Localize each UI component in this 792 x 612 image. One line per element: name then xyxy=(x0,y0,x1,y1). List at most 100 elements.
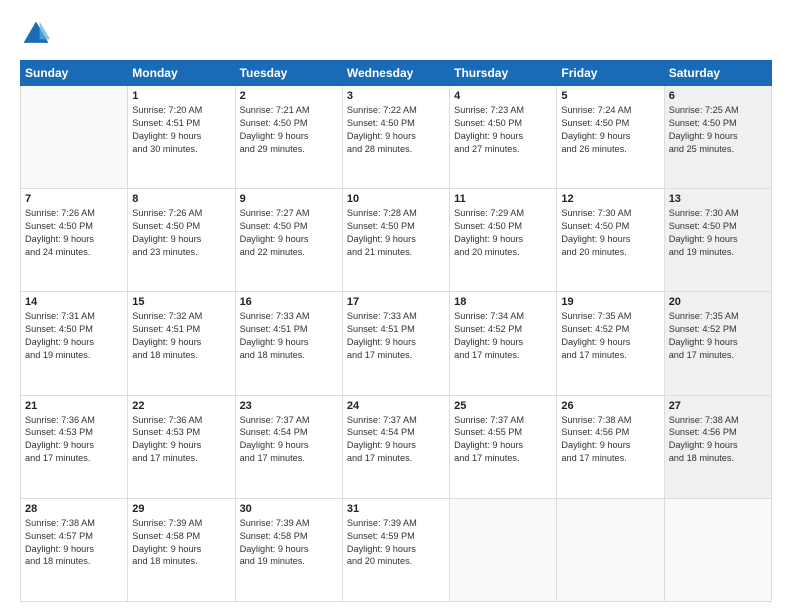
calendar-day-cell: 14Sunrise: 7:31 AM Sunset: 4:50 PM Dayli… xyxy=(21,292,128,395)
calendar-day-cell: 18 Sunrise: 7:34 AM Sunset: 4:52 PM Dayli… xyxy=(450,292,557,395)
calendar-day-cell: 26 Sunrise: 7:38 AM Sunset: 4:56 PM Dayli… xyxy=(557,395,664,498)
day-number: 16 xyxy=(240,296,338,308)
day-number: 4 xyxy=(454,90,552,102)
calendar-day-cell: 10 Sunrise: 7:28 AM Sunset: 4:50 PM Dayli… xyxy=(342,189,449,292)
calendar-day-cell: 29 Sunrise: 7:39 AM Sunset: 4:58 PM Dayli… xyxy=(128,498,235,601)
day-number: 11 xyxy=(454,193,552,205)
calendar-day-cell: 25 Sunrise: 7:37 AM Sunset: 4:55 PM Dayli… xyxy=(450,395,557,498)
calendar-day-cell: 12Sunrise: 7:30 AM Sunset: 4:50 PM Dayli… xyxy=(557,189,664,292)
calendar-day-cell: 6 Sunrise: 7:25 AM Sunset: 4:50 PM Daylig… xyxy=(664,86,771,189)
day-number: 19 xyxy=(561,296,659,308)
calendar-day-cell: 8 Sunrise: 7:26 AM Sunset: 4:50 PM Daylig… xyxy=(128,189,235,292)
calendar-day-cell: 23Sunrise: 7:37 AM Sunset: 4:54 PM Dayli… xyxy=(235,395,342,498)
day-info: Sunrise: 7:30 AM Sunset: 4:50 PM Dayligh… xyxy=(669,207,767,259)
day-info: Sunrise: 7:35 AM Sunset: 4:52 PM Dayligh… xyxy=(561,310,659,362)
calendar-day-header: Wednesday xyxy=(342,61,449,86)
day-info: Sunrise: 7:25 AM Sunset: 4:50 PM Dayligh… xyxy=(669,104,767,156)
day-info: Sunrise: 7:29 AM Sunset: 4:50 PM Dayligh… xyxy=(454,207,552,259)
day-number: 26 xyxy=(561,400,659,412)
calendar-day-header: Saturday xyxy=(664,61,771,86)
calendar-day-cell: 19 Sunrise: 7:35 AM Sunset: 4:52 PM Dayli… xyxy=(557,292,664,395)
calendar-day-cell: 24 Sunrise: 7:37 AM Sunset: 4:54 PM Dayli… xyxy=(342,395,449,498)
day-number: 6 xyxy=(669,90,767,102)
calendar-day-cell: 31Sunrise: 7:39 AM Sunset: 4:59 PM Dayli… xyxy=(342,498,449,601)
calendar-day-cell: 9 Sunrise: 7:27 AM Sunset: 4:50 PM Daylig… xyxy=(235,189,342,292)
logo-icon xyxy=(20,18,52,50)
day-number: 17 xyxy=(347,296,445,308)
calendar-day-cell: 17 Sunrise: 7:33 AM Sunset: 4:51 PM Dayli… xyxy=(342,292,449,395)
day-info: Sunrise: 7:38 AM Sunset: 4:56 PM Dayligh… xyxy=(561,414,659,466)
day-info: Sunrise: 7:37 AM Sunset: 4:54 PM Dayligh… xyxy=(347,414,445,466)
day-number: 1 xyxy=(132,90,230,102)
day-number: 2 xyxy=(240,90,338,102)
calendar-table: SundayMondayTuesdayWednesdayThursdayFrid… xyxy=(20,60,772,602)
day-info: Sunrise: 7:33 AM Sunset: 4:51 PM Dayligh… xyxy=(240,310,338,362)
calendar-day-header: Monday xyxy=(128,61,235,86)
day-info: Sunrise: 7:39 AM Sunset: 4:58 PM Dayligh… xyxy=(240,517,338,569)
calendar-day-cell: 13 Sunrise: 7:30 AM Sunset: 4:50 PM Dayli… xyxy=(664,189,771,292)
day-number: 9 xyxy=(240,193,338,205)
calendar-week-row: 28 Sunrise: 7:38 AM Sunset: 4:57 PM Dayli… xyxy=(21,498,772,601)
day-info: Sunrise: 7:21 AM Sunset: 4:50 PM Dayligh… xyxy=(240,104,338,156)
calendar-day-header: Thursday xyxy=(450,61,557,86)
calendar-week-row: 21 Sunrise: 7:36 AM Sunset: 4:53 PM Dayli… xyxy=(21,395,772,498)
calendar-day-cell: 20Sunrise: 7:35 AM Sunset: 4:52 PM Dayli… xyxy=(664,292,771,395)
calendar-day-cell: 5Sunrise: 7:24 AM Sunset: 4:50 PM Daylig… xyxy=(557,86,664,189)
day-info: Sunrise: 7:35 AM Sunset: 4:52 PM Dayligh… xyxy=(669,310,767,362)
day-info: Sunrise: 7:37 AM Sunset: 4:55 PM Dayligh… xyxy=(454,414,552,466)
day-info: Sunrise: 7:36 AM Sunset: 4:53 PM Dayligh… xyxy=(132,414,230,466)
day-number: 10 xyxy=(347,193,445,205)
calendar-day-cell: 22 Sunrise: 7:36 AM Sunset: 4:53 PM Dayli… xyxy=(128,395,235,498)
day-info: Sunrise: 7:26 AM Sunset: 4:50 PM Dayligh… xyxy=(25,207,123,259)
day-info: Sunrise: 7:27 AM Sunset: 4:50 PM Dayligh… xyxy=(240,207,338,259)
day-number: 25 xyxy=(454,400,552,412)
day-info: Sunrise: 7:30 AM Sunset: 4:50 PM Dayligh… xyxy=(561,207,659,259)
calendar-day-cell: 2 Sunrise: 7:21 AM Sunset: 4:50 PM Daylig… xyxy=(235,86,342,189)
calendar-week-row: 1 Sunrise: 7:20 AM Sunset: 4:51 PM Daylig… xyxy=(21,86,772,189)
calendar-day-header: Friday xyxy=(557,61,664,86)
day-number: 18 xyxy=(454,296,552,308)
day-number: 30 xyxy=(240,503,338,515)
day-info: Sunrise: 7:28 AM Sunset: 4:50 PM Dayligh… xyxy=(347,207,445,259)
day-info: Sunrise: 7:22 AM Sunset: 4:50 PM Dayligh… xyxy=(347,104,445,156)
day-number: 15 xyxy=(132,296,230,308)
calendar-week-row: 7 Sunrise: 7:26 AM Sunset: 4:50 PM Daylig… xyxy=(21,189,772,292)
day-info: Sunrise: 7:24 AM Sunset: 4:50 PM Dayligh… xyxy=(561,104,659,156)
calendar-day-header: Sunday xyxy=(21,61,128,86)
day-number: 27 xyxy=(669,400,767,412)
day-number: 21 xyxy=(25,400,123,412)
calendar-week-row: 14Sunrise: 7:31 AM Sunset: 4:50 PM Dayli… xyxy=(21,292,772,395)
day-info: Sunrise: 7:33 AM Sunset: 4:51 PM Dayligh… xyxy=(347,310,445,362)
day-number: 24 xyxy=(347,400,445,412)
calendar-day-cell: 1 Sunrise: 7:20 AM Sunset: 4:51 PM Daylig… xyxy=(128,86,235,189)
day-number: 28 xyxy=(25,503,123,515)
calendar-header-row: SundayMondayTuesdayWednesdayThursdayFrid… xyxy=(21,61,772,86)
calendar-day-header: Tuesday xyxy=(235,61,342,86)
calendar-day-cell: 27Sunrise: 7:38 AM Sunset: 4:56 PM Dayli… xyxy=(664,395,771,498)
page: SundayMondayTuesdayWednesdayThursdayFrid… xyxy=(0,0,792,612)
day-number: 29 xyxy=(132,503,230,515)
day-info: Sunrise: 7:26 AM Sunset: 4:50 PM Dayligh… xyxy=(132,207,230,259)
day-number: 3 xyxy=(347,90,445,102)
day-number: 8 xyxy=(132,193,230,205)
calendar-day-cell: 16 Sunrise: 7:33 AM Sunset: 4:51 PM Dayli… xyxy=(235,292,342,395)
calendar-day-cell xyxy=(450,498,557,601)
day-number: 31 xyxy=(347,503,445,515)
day-info: Sunrise: 7:38 AM Sunset: 4:57 PM Dayligh… xyxy=(25,517,123,569)
day-info: Sunrise: 7:20 AM Sunset: 4:51 PM Dayligh… xyxy=(132,104,230,156)
calendar-day-cell xyxy=(557,498,664,601)
header xyxy=(20,18,772,50)
day-info: Sunrise: 7:23 AM Sunset: 4:50 PM Dayligh… xyxy=(454,104,552,156)
logo xyxy=(20,18,56,50)
calendar-day-cell: 28 Sunrise: 7:38 AM Sunset: 4:57 PM Dayli… xyxy=(21,498,128,601)
calendar-day-cell: 7 Sunrise: 7:26 AM Sunset: 4:50 PM Daylig… xyxy=(21,189,128,292)
day-number: 23 xyxy=(240,400,338,412)
day-number: 7 xyxy=(25,193,123,205)
day-info: Sunrise: 7:31 AM Sunset: 4:50 PM Dayligh… xyxy=(25,310,123,362)
day-number: 13 xyxy=(669,193,767,205)
day-info: Sunrise: 7:32 AM Sunset: 4:51 PM Dayligh… xyxy=(132,310,230,362)
day-number: 22 xyxy=(132,400,230,412)
day-info: Sunrise: 7:34 AM Sunset: 4:52 PM Dayligh… xyxy=(454,310,552,362)
day-info: Sunrise: 7:39 AM Sunset: 4:58 PM Dayligh… xyxy=(132,517,230,569)
calendar-day-cell xyxy=(21,86,128,189)
